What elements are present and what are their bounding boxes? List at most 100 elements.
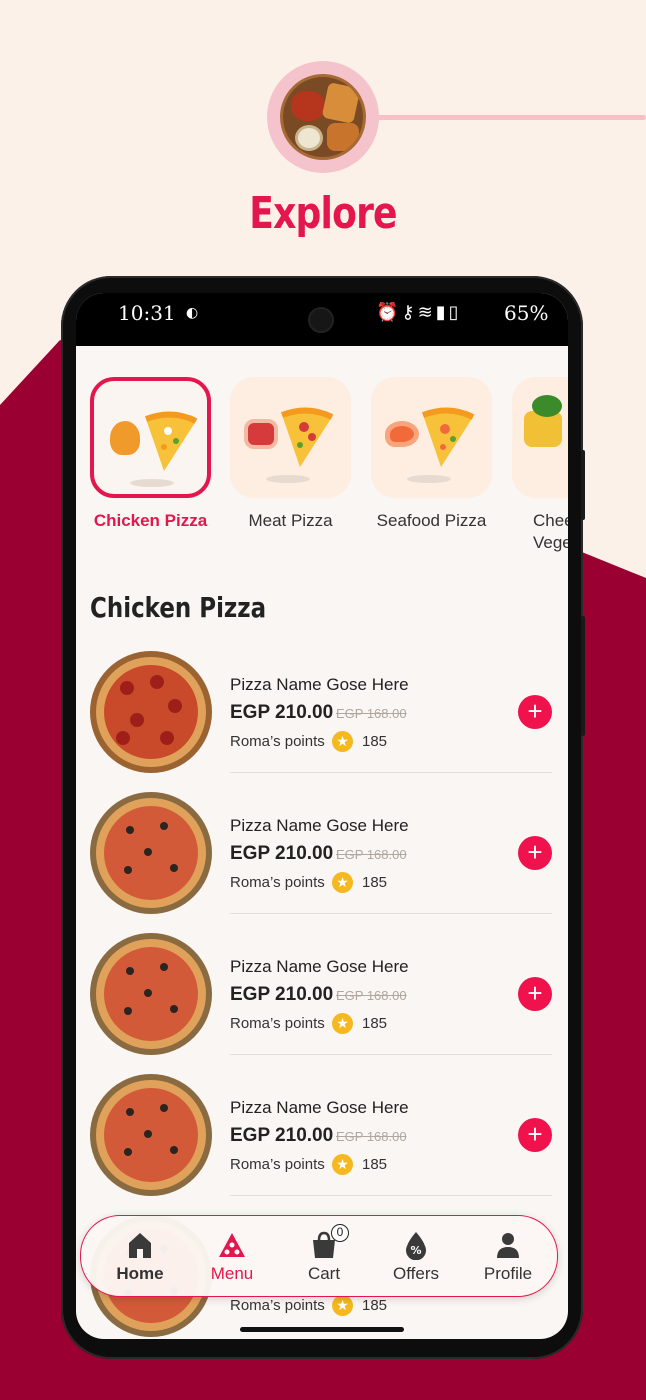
star-icon: ★ bbox=[332, 731, 353, 752]
status-time: 10:31 bbox=[118, 301, 176, 325]
status-bar: 10:31 ◐ ⏰⚷≋▮▯ 65% bbox=[76, 293, 568, 346]
category-label: Chee Vege bbox=[533, 511, 568, 552]
item-price: EGP 210.00 bbox=[230, 702, 334, 723]
drop-icon: ◐ bbox=[186, 305, 199, 321]
pizza-slice-icon bbox=[421, 407, 475, 467]
item-name: Pizza Name Gose Here bbox=[230, 957, 409, 976]
points-value: 185 bbox=[362, 733, 388, 750]
user-icon bbox=[463, 1226, 553, 1260]
divider bbox=[230, 1054, 552, 1055]
pizza-slice-icon bbox=[144, 411, 198, 471]
home-icon bbox=[95, 1226, 185, 1260]
divider bbox=[230, 772, 552, 773]
list-item[interactable]: Pizza Name Gose Here EGP 210.00 EGP 168.… bbox=[76, 933, 568, 1074]
category-tile bbox=[371, 377, 492, 498]
nav-offers[interactable]: % Offers bbox=[371, 1226, 461, 1284]
broccoli-icon bbox=[532, 395, 562, 417]
decorative-line bbox=[372, 115, 646, 120]
list-item[interactable]: Pizza Name Gose Here EGP 210.00 EGP 168.… bbox=[76, 792, 568, 933]
item-old-price: EGP 168.00 bbox=[336, 1129, 407, 1144]
nav-home[interactable]: Home bbox=[95, 1226, 185, 1284]
list-item[interactable]: Pizza Name Gose Here EGP 210.00 EGP 168.… bbox=[76, 651, 568, 792]
signal-icon: ▮ bbox=[435, 302, 449, 323]
item-price: EGP 210.00 bbox=[230, 843, 334, 864]
phone-side-button bbox=[581, 450, 585, 520]
points-label: Roma’s points bbox=[230, 1015, 325, 1032]
nav-profile[interactable]: Profile bbox=[463, 1226, 553, 1284]
chicken-leg-icon bbox=[110, 421, 140, 455]
add-to-cart-button[interactable]: + bbox=[518, 836, 552, 870]
points-value: 185 bbox=[362, 1297, 388, 1314]
list-item[interactable]: Pizza Name Gose Here EGP 210.00 EGP 168.… bbox=[76, 1074, 568, 1215]
divider bbox=[230, 913, 552, 914]
category-tile bbox=[512, 377, 568, 498]
nav-label: Home bbox=[116, 1264, 164, 1283]
battery-percent: 65% bbox=[504, 301, 549, 325]
points-value: 185 bbox=[362, 1156, 388, 1173]
pizza-slice-icon bbox=[187, 1226, 277, 1260]
item-old-price: EGP 168.00 bbox=[336, 706, 407, 721]
category-cheese-veggie-pizza[interactable]: Chee Vege bbox=[512, 377, 568, 554]
add-to-cart-button[interactable]: + bbox=[518, 695, 552, 729]
add-to-cart-button[interactable]: + bbox=[518, 977, 552, 1011]
food-plate-illustration bbox=[280, 74, 366, 160]
nav-cart[interactable]: 0 Cart bbox=[279, 1224, 369, 1284]
nav-label: Profile bbox=[483, 1264, 533, 1283]
category-seafood-pizza[interactable]: Seafood Pizza bbox=[371, 377, 492, 532]
pizza-slice-icon bbox=[280, 407, 334, 467]
phone-volume-button bbox=[581, 616, 585, 736]
add-to-cart-button[interactable]: + bbox=[518, 1118, 552, 1152]
item-old-price: EGP 168.00 bbox=[336, 847, 407, 862]
nav-menu[interactable]: Menu bbox=[187, 1226, 277, 1284]
points-label: Roma’s points bbox=[230, 733, 325, 750]
nav-label: Cart bbox=[307, 1264, 341, 1283]
svg-text:%: % bbox=[410, 1244, 421, 1257]
category-chicken-pizza[interactable]: Chicken Pizza bbox=[90, 377, 211, 532]
points-value: 185 bbox=[362, 874, 388, 891]
item-name: Pizza Name Gose Here bbox=[230, 675, 409, 694]
category-meat-pizza[interactable]: Meat Pizza bbox=[230, 377, 351, 532]
category-carousel[interactable]: Chicken Pizza Meat Pizza Seafood Pizza C… bbox=[90, 377, 568, 567]
steak-icon bbox=[244, 419, 278, 449]
star-icon: ★ bbox=[332, 1154, 353, 1175]
app-screen: 10:31 ◐ ⏰⚷≋▮▯ 65% Chicken Pizza Meat Piz… bbox=[76, 293, 568, 1339]
category-label: Meat Pizza bbox=[248, 511, 333, 530]
pizza-image bbox=[90, 933, 212, 1055]
nav-label: Offers bbox=[393, 1264, 439, 1283]
pizza-image bbox=[90, 1074, 212, 1196]
gesture-home-bar[interactable] bbox=[240, 1327, 404, 1332]
hero-food-image bbox=[267, 61, 379, 173]
points-label: Roma’s points bbox=[230, 874, 325, 891]
star-icon: ★ bbox=[332, 872, 353, 893]
wifi-icon: ≋ bbox=[417, 302, 436, 323]
cart-icon: 0 bbox=[279, 1224, 369, 1260]
battery-icon: ▯ bbox=[448, 302, 462, 323]
category-tile bbox=[230, 377, 351, 498]
points-label: Roma’s points bbox=[230, 1297, 325, 1314]
alarm-icon: ⏰ bbox=[376, 302, 402, 323]
hero-title: Explore bbox=[249, 188, 397, 239]
points-value: 185 bbox=[362, 1015, 388, 1032]
item-name: Pizza Name Gose Here bbox=[230, 816, 409, 835]
points-label: Roma’s points bbox=[230, 1156, 325, 1173]
shrimp-icon bbox=[385, 421, 419, 447]
pizza-image bbox=[90, 792, 212, 914]
pizza-image bbox=[90, 651, 212, 773]
star-icon: ★ bbox=[332, 1295, 353, 1316]
camera-cutout bbox=[308, 307, 334, 333]
category-label: Seafood Pizza bbox=[376, 511, 487, 530]
discount-icon: % bbox=[371, 1226, 461, 1260]
status-icons: ⏰⚷≋▮▯ bbox=[376, 302, 462, 323]
key-icon: ⚷ bbox=[401, 302, 418, 323]
nav-label: Menu bbox=[210, 1264, 254, 1283]
section-title: Chicken Pizza bbox=[90, 591, 267, 624]
divider bbox=[230, 1195, 552, 1196]
cart-badge: 0 bbox=[331, 1224, 349, 1242]
item-name: Pizza Name Gose Here bbox=[230, 1098, 409, 1117]
category-label: Chicken Pizza bbox=[93, 511, 208, 530]
star-icon: ★ bbox=[332, 1013, 353, 1034]
item-price: EGP 210.00 bbox=[230, 1125, 334, 1146]
item-price: EGP 210.00 bbox=[230, 984, 334, 1005]
category-tile bbox=[90, 377, 211, 498]
bottom-nav: Home Menu 0 Cart % Offers Profile bbox=[80, 1215, 558, 1297]
